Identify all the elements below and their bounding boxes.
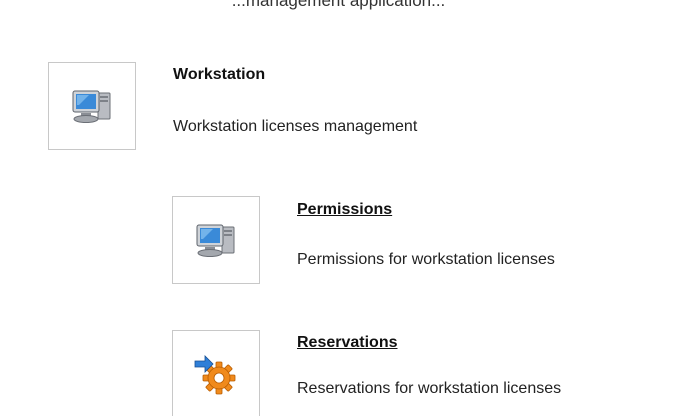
reservations-description: Reservations for workstation licenses bbox=[297, 380, 562, 397]
page: ...management application... Workstation… bbox=[0, 0, 677, 416]
permissions-icon-box[interactable] bbox=[172, 196, 260, 284]
reservations-icon-box[interactable] bbox=[172, 330, 260, 416]
gear-arrow-icon bbox=[194, 355, 236, 395]
reservations-link[interactable]: Reservations bbox=[297, 334, 398, 352]
workstation-title: Workstation bbox=[173, 66, 266, 83]
computer-icon bbox=[72, 90, 111, 123]
permissions-description: Permissions for workstation licenses bbox=[297, 251, 555, 268]
clipped-header-text: ...management application... bbox=[231, 0, 446, 10]
workstation-description: Workstation licenses management bbox=[173, 118, 418, 135]
workstation-icon-box[interactable] bbox=[48, 62, 136, 150]
permissions-link[interactable]: Permissions bbox=[297, 201, 392, 219]
computer-icon bbox=[196, 224, 235, 257]
